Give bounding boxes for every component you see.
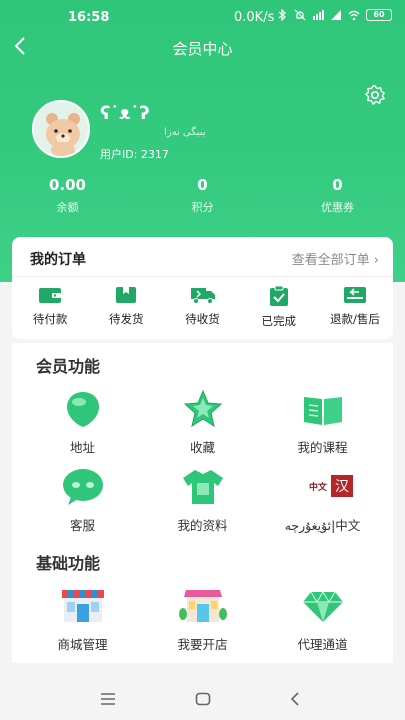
store-icon — [61, 590, 104, 622]
user-nickname: ʕ˙ᴥ˙ʔ — [100, 103, 150, 124]
home-icon[interactable] — [195, 690, 211, 711]
orders-header: 我的订单 查看全部订单 › — [12, 237, 393, 277]
order-pending-payment[interactable]: 待付款 — [12, 277, 88, 339]
feature-address[interactable]: 地址 — [19, 389, 146, 456]
language-icon-right-text: 汉 — [335, 479, 349, 495]
order-pending-shipment[interactable]: 待发货 — [88, 277, 164, 339]
order-refund[interactable]: 退款/售后 — [317, 277, 393, 339]
chat-icon — [62, 469, 103, 505]
stat-value: 0 — [332, 176, 343, 194]
refund-icon — [343, 287, 366, 303]
basic-features-title: 基础功能 — [36, 554, 101, 573]
feature-label: 收藏 — [189, 440, 215, 455]
stat-coupons[interactable]: 0 优惠券 — [270, 176, 405, 215]
battery-indicator: 60 — [366, 9, 392, 21]
view-all-orders-label: 查看全部订单 — [291, 253, 370, 268]
back-icon[interactable] — [290, 690, 300, 711]
clipboard-check-icon — [269, 285, 288, 306]
feature-label: 地址 — [69, 440, 95, 455]
avatar[interactable] — [32, 100, 90, 158]
signal-icon — [331, 10, 341, 20]
order-item-label: 待付款 — [32, 312, 68, 326]
user-id: 用户ID: 2317 — [100, 146, 169, 162]
location-icon — [66, 392, 99, 427]
gear-icon[interactable] — [364, 84, 386, 106]
nav-bar: 会员中心 — [0, 34, 405, 66]
language-icon: 中文 汉 — [309, 475, 353, 497]
feature-store-management[interactable]: 商城管理 — [19, 586, 146, 653]
feature-my-profile[interactable]: 我的资料 — [139, 467, 266, 534]
order-status-row: 待付款 待发货 待收货 已完成 退款/售后 — [12, 277, 393, 339]
orders-title: 我的订单 — [30, 252, 86, 268]
order-item-label: 已完成 — [261, 314, 296, 328]
stat-value: 0.00 — [48, 176, 86, 194]
star-icon — [183, 389, 222, 428]
network-speed: 0.0K/s — [234, 10, 275, 25]
order-pending-receipt[interactable]: 待收货 — [164, 277, 240, 339]
feature-agent-channel[interactable]: 代理通道 — [259, 586, 386, 653]
feature-label: 代理通道 — [297, 637, 348, 652]
order-item-label: 退款/售后 — [329, 312, 380, 326]
order-item-label: 待发货 — [109, 312, 144, 326]
feature-label: 我的资料 — [177, 518, 228, 533]
feature-label: 我要开店 — [177, 637, 228, 652]
wallet-icon — [39, 288, 62, 303]
package-icon — [116, 287, 137, 303]
user-subname: بىبگى نەزا — [164, 127, 206, 138]
bluetooth-icon — [278, 9, 286, 21]
status-icons: 60 — [276, 9, 392, 21]
shirt-icon — [182, 470, 223, 504]
shop-open-icon — [178, 590, 227, 622]
feature-language-switch[interactable]: 中文 汉 ئۇيغۇرچە|中文 — [259, 467, 386, 534]
stat-balance[interactable]: 0.00 余额 — [0, 176, 135, 215]
menu-icon[interactable] — [100, 690, 116, 711]
status-time: 16:58 — [68, 10, 110, 25]
user-id-label: 用户ID: — [100, 148, 138, 161]
view-all-orders-link[interactable]: 查看全部订单 › — [292, 249, 379, 268]
feature-label: 我的课程 — [297, 440, 348, 455]
page-title: 会员中心 — [172, 40, 233, 58]
orders-card: 我的订单 查看全部订单 › 待付款 待发货 待收货 已完成 退款/售后 — [12, 237, 393, 339]
feature-favorites[interactable]: 收藏 — [139, 389, 266, 456]
status-bar: 16:58 0.0K/s 60 — [0, 0, 405, 34]
system-nav-bar — [0, 680, 405, 720]
account-stats: 0.00 余额 0 积分 0 优惠券 — [0, 176, 405, 215]
feature-label: 商城管理 — [57, 637, 108, 652]
language-icon-left-text: 中文 — [309, 481, 328, 493]
features-card: 会员功能 地址 收藏 我的课程 客服 我的资料 中文 汉 ئۇيغۇرچە|中文… — [12, 343, 393, 663]
feature-customer-service[interactable]: 客服 — [19, 467, 146, 534]
chevron-right-icon: › — [373, 253, 379, 268]
mute-icon — [294, 9, 306, 21]
hd-signal-icon — [313, 10, 324, 20]
feature-open-shop[interactable]: 我要开店 — [139, 586, 266, 653]
stat-points[interactable]: 0 积分 — [135, 176, 270, 215]
wifi-icon — [348, 10, 360, 21]
stat-value: 0 — [197, 176, 208, 194]
order-completed[interactable]: 已完成 — [241, 277, 317, 339]
truck-icon — [190, 288, 215, 304]
feature-label: ئۇيغۇرچە|中文 — [284, 518, 361, 533]
stat-label: 优惠券 — [321, 201, 354, 214]
stat-label: 积分 — [191, 201, 214, 214]
feature-label: 客服 — [69, 518, 95, 533]
book-icon — [303, 397, 342, 425]
feature-my-courses[interactable]: 我的课程 — [259, 389, 386, 456]
order-item-label: 待收货 — [185, 312, 220, 326]
member-features-title: 会员功能 — [36, 357, 101, 376]
stat-label: 余额 — [56, 201, 79, 214]
user-id-value: 2317 — [140, 148, 169, 161]
diamond-icon — [302, 590, 343, 622]
